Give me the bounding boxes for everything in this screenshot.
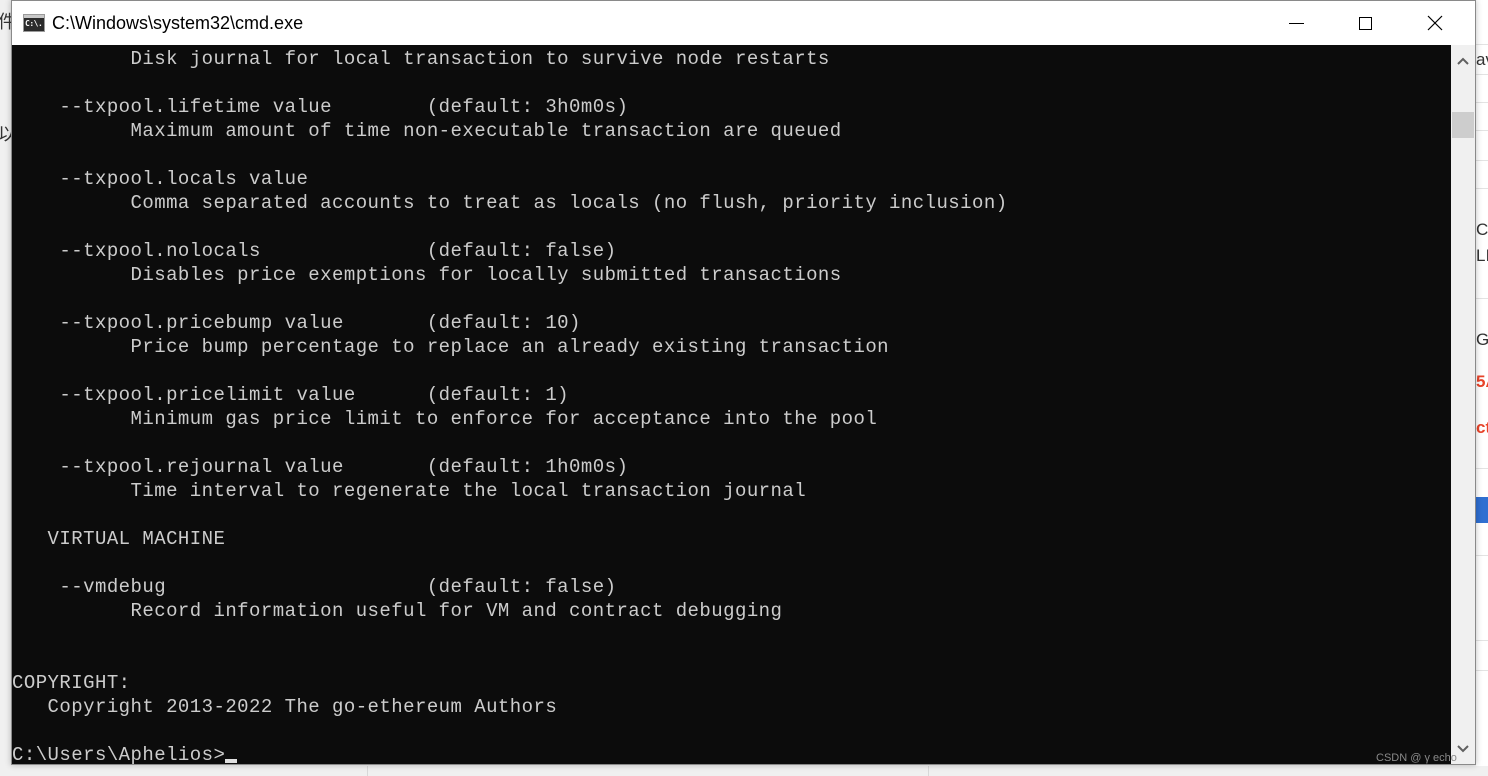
scroll-up-button[interactable] [1451,49,1475,73]
console-output[interactable]: Disk journal for local transaction to su… [12,45,1451,764]
scroll-thumb[interactable] [1452,112,1474,138]
console-line: Copyright 2013-2022 The go-ethereum Auth… [47,696,558,718]
chevron-up-icon [1457,57,1469,65]
console-line: Maximum amount of time non-executable tr… [130,120,842,142]
maximize-button[interactable] [1342,1,1388,45]
minimize-button[interactable] [1273,1,1319,45]
command-prompt[interactable]: C:\Users\Aphelios> [12,744,225,764]
console-line: Time interval to regenerate the local tr… [130,480,807,502]
background-text: ct [1476,418,1488,437]
console-line: COPYRIGHT: [12,672,131,694]
console-line: Disables price exemptions for locally su… [130,264,842,286]
console-text: Disk journal for local transaction to su… [12,47,1008,764]
text-cursor [225,759,238,763]
console-line: --txpool.nolocals (default: false) [59,240,617,262]
console-line: Minimum gas price limit to enforce for a… [130,408,878,430]
console-line: --vmdebug (default: false) [59,576,617,598]
console-line: Disk journal for local transaction to su… [130,48,830,70]
background-page-right: av Co LI Gi 5A ct [1476,0,1488,776]
background-text: Gi [1476,330,1488,349]
cmd-icon: C:\. [23,14,45,32]
background-text: Co [1476,220,1488,239]
cmd-window: C:\. C:\Windows\system32\cmd.exe Disk jo… [11,0,1476,765]
console-line: --txpool.locals value [59,168,309,190]
background-page-bottom [0,766,1488,776]
chevron-down-icon [1457,745,1469,753]
console-line: Price bump percentage to replace an alre… [130,336,890,358]
window-title: C:\Windows\system32\cmd.exe [52,13,304,33]
watermark: CSDN @ γ echo [1376,752,1457,764]
console-line: --txpool.lifetime value (default: 3h0m0s… [59,96,629,118]
maximize-icon [1358,16,1372,30]
close-button[interactable] [1412,1,1458,45]
background-text: av [1476,50,1488,69]
console-line: VIRTUAL MACHINE [47,528,226,550]
background-text: LI [1476,246,1488,265]
title-bar[interactable]: C:\. C:\Windows\system32\cmd.exe [12,1,1475,45]
vertical-scrollbar[interactable] [1451,45,1475,764]
background-blue-bar [1476,497,1488,523]
console-line: --txpool.pricebump value (default: 10) [59,312,581,334]
console-line: --txpool.pricelimit value (default: 1) [59,384,570,406]
background-text: 5A [1476,372,1488,391]
console-line: --txpool.rejournal value (default: 1h0m0… [59,456,629,478]
console-line: Record information useful for VM and con… [130,600,783,622]
console-line: Comma separated accounts to treat as loc… [130,192,1008,214]
close-icon [1427,15,1443,31]
minimize-icon [1288,22,1304,24]
